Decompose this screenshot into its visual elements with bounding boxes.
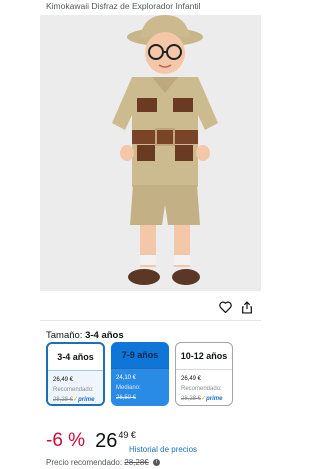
size-option-name: 7-9 años [111,342,169,368]
price-history-link[interactable]: Historial de precios [129,445,197,454]
recommended-price-value: 28,28€ [124,458,149,467]
recommended-price-label: Precio recomendado: [46,458,123,467]
product-title: Kimokawaii Disfraz de Explorador Infanti… [46,1,201,11]
size-option-name: 3-4 años [57,352,94,362]
size-option-old-price: 28,28 € [181,396,202,402]
share-button[interactable] [238,298,256,316]
size-option-old-price: 28,28 € [53,397,74,403]
price-block: -6 % 26 49 € [46,430,136,452]
divider [40,320,261,321]
size-option-10-12[interactable]: 10-12 años 26,49 € Recomendado: 28,28 €✓… [175,342,233,406]
size-option-name: 10-12 años [180,351,228,361]
size-option-price: 24,10 € [116,375,137,381]
product-image[interactable] [40,15,261,291]
price-whole: 26 [95,430,118,452]
price-cents: 49 € [118,430,136,440]
size-option-old-price: 26,50 € [116,395,137,401]
size-label-text: Tamaño: [46,330,83,341]
size-selector-label: Tamaño: 3-4 años [46,330,124,341]
favorite-button[interactable] [216,298,234,316]
size-option-note: Recomendado: [181,386,222,392]
size-option-price: 26,49 € [181,376,202,382]
prime-badge: prime [78,397,95,403]
share-icon [242,300,252,314]
size-option-price: 26,49 € [53,377,74,383]
heart-icon [218,301,232,313]
discount-percent: -6 % [46,430,86,451]
size-option-3-4[interactable]: 3-4 años 26,49 € Recomendado: 28,28 €✓pr… [46,342,105,406]
prime-badge: prime [206,396,223,402]
size-options: 3-4 años 26,49 € Recomendado: 28,28 €✓pr… [46,342,233,406]
size-option-note: Mediano: [116,385,141,391]
product-photo [40,15,261,291]
size-option-note: Recomendado: [53,387,94,393]
recommended-price: Precio recomendado: 28,28€ i [46,458,160,467]
info-icon[interactable]: i [152,459,160,467]
size-option-7-9[interactable]: 7-9 años 24,10 € Mediano: 26,50 € [111,342,169,406]
size-selected-value: 3-4 años [85,330,124,341]
